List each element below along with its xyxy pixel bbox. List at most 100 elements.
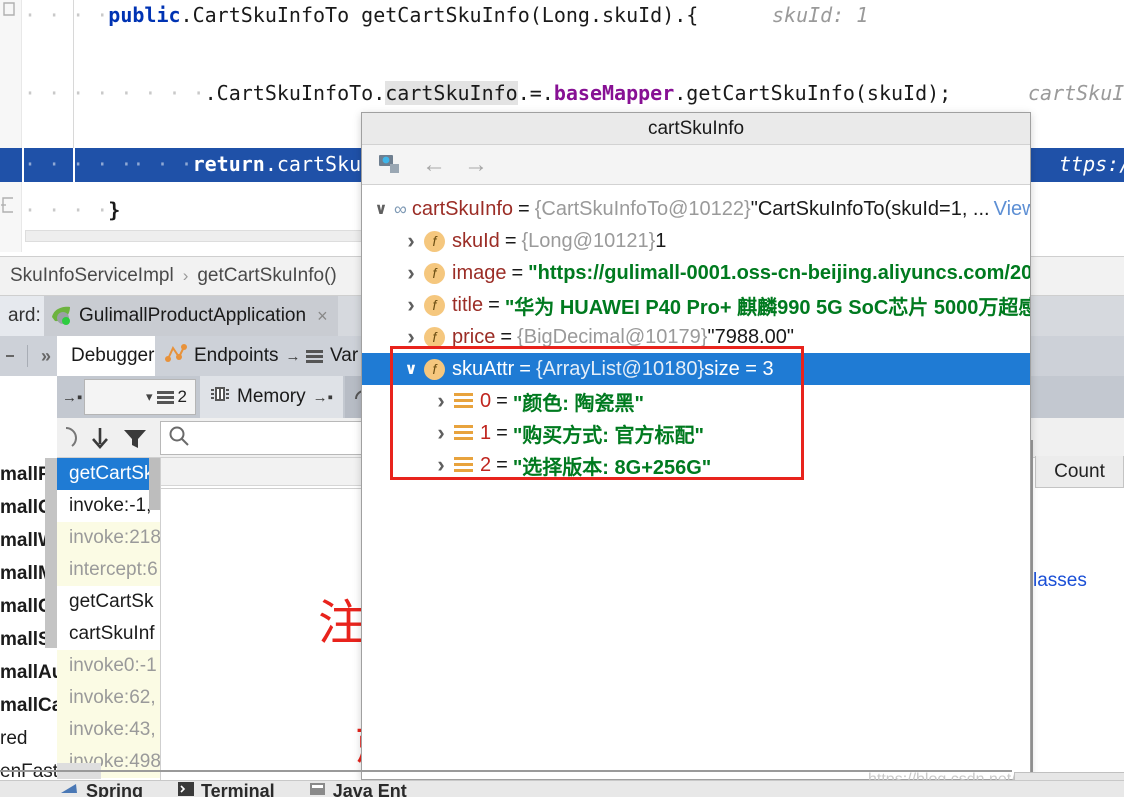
list-element-icon bbox=[454, 456, 473, 475]
frames-scrollbar-thumb[interactable] bbox=[149, 458, 160, 510]
variables-icon bbox=[306, 349, 323, 363]
frame-list-item[interactable]: intercept:6 bbox=[57, 554, 160, 586]
pin-icon-3[interactable]: →▪ bbox=[313, 389, 333, 406]
forward-arrow-icon[interactable]: → bbox=[464, 152, 488, 177]
project-tree-item[interactable]: mallCa bbox=[0, 689, 57, 722]
collapse-icon[interactable] bbox=[6, 355, 14, 357]
filter-icon[interactable] bbox=[122, 427, 148, 456]
status-bar-item[interactable]: Terminal bbox=[177, 781, 275, 797]
variable-tree-row[interactable]: 0="颜色: 陶瓷黑" bbox=[362, 385, 1030, 417]
inspect-value-popup[interactable]: cartSkuInfo ← → ∞cartSkuInfo={CartSkuInf… bbox=[361, 112, 1031, 780]
tab-variables[interactable]: Var bbox=[298, 336, 367, 376]
variable-tree-row[interactable]: 2="选择版本: 8G+256G" bbox=[362, 449, 1030, 481]
popup-toolbar[interactable]: ← → bbox=[362, 145, 1030, 185]
variable-name: image bbox=[452, 261, 507, 284]
variable-name: price bbox=[452, 325, 496, 348]
chevron-double-right-icon[interactable]: » bbox=[41, 346, 51, 367]
chevron-right-icon[interactable] bbox=[428, 388, 454, 414]
view-link[interactable]: View bbox=[994, 198, 1030, 221]
status-bar-item-label: Spring bbox=[86, 781, 143, 797]
frame-list-item[interactable]: invoke0:-1 bbox=[57, 650, 160, 682]
mute-breakpoints-button[interactable]: →▪ bbox=[62, 376, 82, 418]
code-fold-icon[interactable] bbox=[3, 2, 17, 16]
field-icon: f bbox=[424, 294, 445, 316]
step-into-icon[interactable] bbox=[62, 424, 82, 457]
code-line-assignment: · · · · · · · ·.CartSkuInfoTo.cartSkuInf… bbox=[24, 79, 951, 107]
vertical-splitter[interactable] bbox=[1031, 440, 1033, 780]
indent-dots-2: · · · bbox=[132, 152, 193, 176]
equals-sign: = bbox=[496, 453, 508, 476]
project-tree-item[interactable]: mallAu bbox=[0, 656, 57, 689]
chevron-down-icon[interactable] bbox=[368, 199, 394, 219]
project-tree-scrollbar[interactable] bbox=[45, 458, 57, 648]
frames-list[interactable]: getCartSk invoke:-1, invoke:218 intercept:6… bbox=[57, 458, 161, 788]
chevron-right-icon[interactable] bbox=[398, 260, 424, 286]
chevron-down-icon: ▾ bbox=[146, 389, 153, 404]
variable-tree-row[interactable]: ∞cartSkuInfo={CartSkuInfoTo@10122} "Cart… bbox=[362, 193, 1030, 225]
frame-list-item[interactable]: cartSkuInf bbox=[57, 618, 160, 650]
frame-list-item[interactable]: getCartSk bbox=[57, 458, 160, 490]
highlighted-variable[interactable]: cartSkuInfo bbox=[385, 81, 518, 105]
editor-gutter[interactable] bbox=[0, 0, 22, 252]
code-fold-end-icon[interactable] bbox=[0, 196, 16, 214]
chevron-right-icon[interactable] bbox=[398, 228, 424, 254]
breadcrumb-separator-icon: › bbox=[182, 266, 189, 285]
variable-tree-row[interactable]: fimage="https://gulimall-0001.oss-cn-bei… bbox=[362, 257, 1030, 289]
step-down-icon[interactable] bbox=[88, 426, 112, 457]
frame-list-item[interactable]: invoke:-1, bbox=[57, 490, 160, 522]
run-configuration-tab[interactable]: GulimallProductApplication × bbox=[44, 296, 338, 336]
search-input[interactable] bbox=[160, 421, 365, 455]
tab-memory[interactable]: Memory →▪ bbox=[200, 376, 343, 418]
search-field[interactable] bbox=[190, 426, 350, 450]
frames-selector[interactable]: ▾ 2 bbox=[84, 379, 196, 415]
variable-tree-row[interactable]: fprice={BigDecimal@10179} "7988.00" bbox=[362, 321, 1030, 353]
variable-value: size = 3 bbox=[704, 357, 774, 380]
inline-param-hint-skuid: skuId: 1 bbox=[772, 3, 869, 27]
variable-tree-row[interactable]: fskuId={Long@10121} 1 bbox=[362, 225, 1030, 257]
frame-list-item[interactable]: getCartSk bbox=[57, 586, 160, 618]
frame-list-item[interactable]: invoke:62, bbox=[57, 682, 160, 714]
tab-debugger[interactable]: Debugger bbox=[57, 336, 169, 376]
tab-variables-label: Var bbox=[330, 345, 359, 366]
tab-endpoints[interactable]: Endpoints →▪ bbox=[155, 336, 316, 376]
assign-type: .CartSkuInfoTo. bbox=[204, 81, 386, 105]
status-bar-item[interactable]: Spring bbox=[60, 781, 143, 797]
variable-name: title bbox=[452, 293, 484, 316]
frame-list-item[interactable]: invoke:43, bbox=[57, 714, 160, 746]
search-icon bbox=[168, 425, 190, 452]
variable-tree[interactable]: ∞cartSkuInfo={CartSkuInfoTo@10122} "Cart… bbox=[362, 185, 1030, 481]
close-icon[interactable]: × bbox=[317, 306, 328, 327]
debug-toolbar-left[interactable]: » bbox=[0, 336, 57, 376]
code-line-closing-brace: · · · ·} bbox=[24, 196, 120, 224]
chevron-down-icon[interactable] bbox=[398, 359, 424, 379]
status-bar-item-label: Java Ent bbox=[332, 781, 407, 797]
tab-endpoints-label: Endpoints bbox=[194, 345, 279, 366]
pin-icon-2: →▪ bbox=[62, 388, 83, 406]
spring-icon bbox=[60, 781, 80, 797]
frames-list-icon bbox=[156, 390, 174, 404]
variable-tree-row[interactable]: f skuAttr={ArrayList@10180} size = 3 bbox=[362, 353, 1030, 385]
classes-link[interactable]: lasses bbox=[1033, 570, 1087, 592]
chevron-right-icon[interactable] bbox=[398, 292, 424, 318]
chevron-right-icon[interactable] bbox=[398, 324, 424, 350]
inline-value-hint-cartskuinfo: cartSkuIn bbox=[1028, 81, 1124, 105]
status-bar-item-label: Terminal bbox=[201, 781, 275, 797]
variable-value: "购买方式: 官方标配" bbox=[512, 424, 704, 447]
status-bar[interactable]: Spring Terminal Java Ent bbox=[0, 780, 1124, 797]
variable-name: cartSkuInfo bbox=[411, 197, 514, 220]
status-bar-item[interactable]: Java Ent bbox=[309, 781, 407, 797]
project-tree-item[interactable]: red bbox=[0, 722, 57, 755]
settings-icon[interactable] bbox=[378, 153, 404, 177]
breadcrumb-class[interactable]: SkuInfoServiceImpl bbox=[10, 265, 174, 287]
endpoints-icon bbox=[165, 343, 187, 369]
popup-title: cartSkuInfo bbox=[362, 113, 1030, 145]
variable-tree-row[interactable]: ftitle="华为 HUAWEI P40 Pro+ 麒麟990 5G SoC芯… bbox=[362, 289, 1030, 321]
column-header-count[interactable]: Count bbox=[1035, 456, 1124, 488]
breadcrumb-method[interactable]: getCartSkuInfo() bbox=[197, 265, 336, 287]
frame-list-item[interactable]: invoke:218 bbox=[57, 522, 160, 554]
equals-sign: = bbox=[518, 197, 530, 220]
variable-tree-row[interactable]: 1="购买方式: 官方标配" bbox=[362, 417, 1030, 449]
back-arrow-icon[interactable]: ← bbox=[422, 152, 446, 177]
chevron-right-icon[interactable] bbox=[428, 420, 454, 446]
chevron-right-icon[interactable] bbox=[428, 452, 454, 478]
